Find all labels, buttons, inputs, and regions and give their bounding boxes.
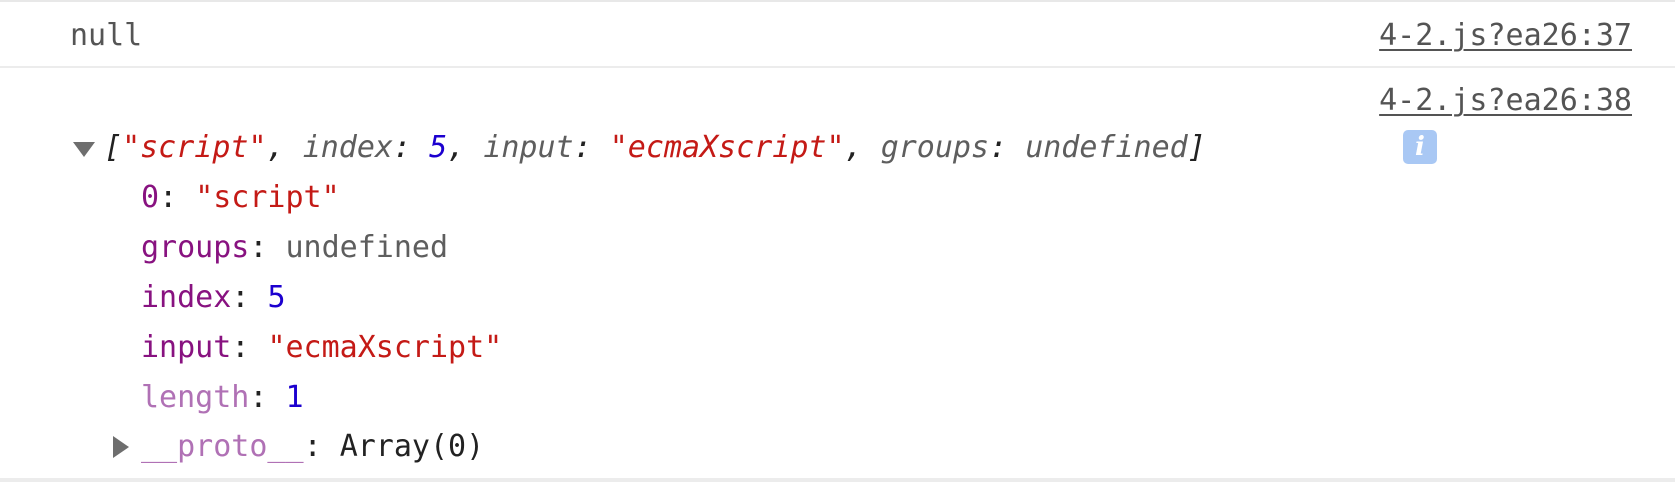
summary-separator: , — [266, 130, 303, 165]
info-icon[interactable]: i — [1403, 130, 1437, 164]
property-key: groups — [141, 230, 250, 265]
proto-row[interactable]: __proto__: Array(0) — [141, 427, 484, 467]
summary-groups-value: undefined — [1025, 130, 1188, 165]
property-key: 0 — [141, 180, 160, 215]
summary-index-value: 5 — [429, 130, 448, 165]
array-summary[interactable]: ["script", index: 5, input: "ecmaXscript… — [104, 128, 1206, 168]
row-divider — [0, 66, 1675, 68]
triangle-right-icon[interactable] — [113, 436, 129, 458]
property-row: index: 5 — [141, 280, 286, 315]
property-key: length — [141, 380, 250, 415]
summary-close-bracket: ] — [1187, 130, 1206, 165]
property-value: Array(0) — [339, 429, 485, 464]
property-value: "script" — [195, 180, 340, 215]
source-link-line-38[interactable]: 4-2.js?ea26:38 — [1379, 81, 1632, 121]
summary-input-value: "ecmaXscript" — [609, 130, 845, 165]
property-row: groups: undefined — [141, 230, 449, 265]
summary-separator: , — [447, 130, 484, 165]
bottom-border — [0, 478, 1675, 482]
property-value: undefined — [285, 230, 449, 265]
property-value: "ecmaXscript" — [267, 330, 503, 365]
summary-input-key: input — [483, 130, 574, 165]
property-key: index — [141, 280, 232, 315]
property-value: 5 — [267, 280, 286, 315]
property-key: input — [141, 330, 232, 365]
console-message-null: null — [70, 18, 143, 53]
property-value: 1 — [285, 380, 304, 415]
summary-groups-key: groups — [880, 130, 990, 165]
summary-index-key: index — [302, 130, 393, 165]
summary-separator: , — [844, 130, 881, 165]
property-row: input: "ecmaXscript" — [141, 330, 503, 365]
source-link-line-37[interactable]: 4-2.js?ea26:37 — [1379, 16, 1632, 56]
summary-first-item: "script" — [122, 130, 267, 165]
top-border — [0, 0, 1675, 2]
summary-colon: : — [989, 130, 1026, 165]
property-row: length: 1 — [141, 380, 304, 415]
triangle-down-icon[interactable] — [73, 142, 95, 157]
property-key: __proto__ — [141, 429, 304, 464]
summary-open-bracket: [ — [104, 130, 123, 165]
summary-colon: : — [573, 130, 610, 165]
property-row: 0: "script" — [141, 180, 340, 215]
summary-colon: : — [393, 130, 430, 165]
